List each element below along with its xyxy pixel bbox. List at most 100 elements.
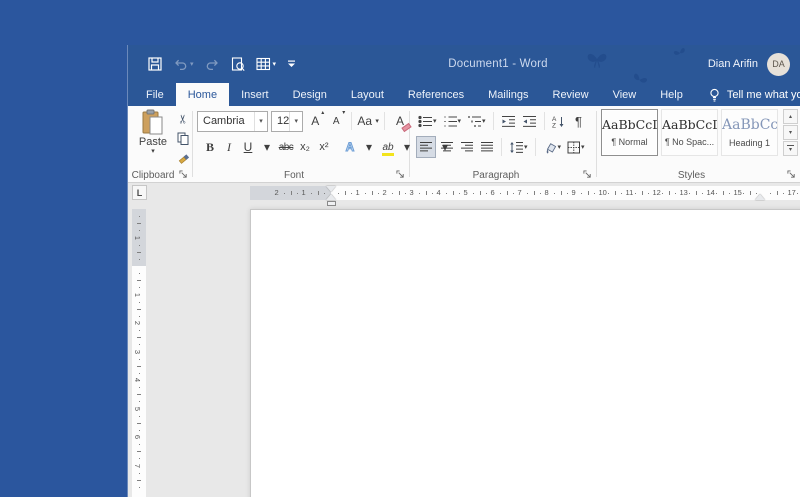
clear-formatting-button[interactable]: A [391,110,412,133]
copy-button[interactable] [174,130,192,147]
left-indent-marker[interactable] [326,201,336,206]
bold-button[interactable]: B [201,136,219,158]
justify-button[interactable] [478,136,496,158]
sort-button[interactable]: AZ [550,110,568,132]
paragraph-dialog-launcher[interactable] [582,169,593,180]
tab-review[interactable]: Review [541,83,601,106]
lightbulb-icon [710,88,719,102]
table-icon[interactable]: ▾ [255,57,276,71]
style-name: ¶ No Spac... [664,137,715,147]
window-chrome: ▾ ▾ Document1 - Word Dian Arifin DA File… [128,45,800,106]
ruler-tick: 15 [733,188,742,197]
document-page[interactable] [250,209,800,497]
undo-icon[interactable]: ▾ [173,58,194,71]
tell-me-box[interactable]: Tell me what you want to do [709,83,800,106]
grow-font-button[interactable]: A ▴ [306,110,324,132]
cut-button[interactable]: ✂ [174,110,192,127]
tell-me-label: Tell me what you want to do [726,88,800,101]
text-effects-button[interactable]: A [341,136,359,158]
bullets-button[interactable]: ▾ [416,110,439,132]
tab-layout[interactable]: Layout [339,83,396,106]
shading-button[interactable]: ▾ [541,136,564,158]
separator [534,138,536,156]
vertical-ruler[interactable]: 1 1 2 3 4 5 6 7 [132,209,146,497]
clipboard-group: Paste ▾ ✂ Clipboard [128,106,192,182]
ribbon: Paste ▾ ✂ Clipboard Cambria ▾ 12 ▾ A ▴ A… [128,106,800,183]
right-indent-marker[interactable] [755,194,765,200]
tab-view[interactable]: View [601,83,649,106]
subscript-button[interactable]: x₂ [296,136,314,158]
ruler-tick [445,193,447,194]
avatar[interactable]: DA [767,52,790,76]
ruler-tick [567,193,569,194]
font-size-dropdown-arrow[interactable]: ▾ [289,111,302,131]
change-case-button[interactable]: Aa ▾ [357,110,379,132]
ruler-tick [621,193,623,194]
paragraph-group: ▾ ▾ ▾ AZ ¶ ▾ ▾ ▾ Paragraph [410,106,596,182]
tab-help[interactable]: Help [648,83,695,106]
save-icon[interactable] [148,57,162,71]
italic-button[interactable]: I [220,136,238,158]
account-button[interactable]: Dian Arifin DA [708,45,790,83]
redo-icon[interactable] [205,58,220,71]
paste-dropdown-arrow: ▾ [151,148,155,155]
tab-stop-selector[interactable]: L [132,185,147,200]
style-normal[interactable]: AaBbCcD ¶ Normal [601,109,658,156]
print-preview-icon[interactable] [231,56,245,72]
strikethrough-button[interactable]: abc [277,136,295,158]
ruler-tick: 1 [301,188,306,197]
style-no-spacing[interactable]: AaBbCcD ¶ No Spac... [661,109,718,156]
underline-dropdown-arrow[interactable]: ▾ [258,136,276,158]
tab-home[interactable]: Home [175,83,230,106]
ruler-tick [796,193,798,194]
font-family-combobox[interactable]: Cambria ▾ [197,110,269,132]
styles-dialog-launcher[interactable] [786,169,797,180]
ruler-tick [139,358,140,360]
gallery-more-button[interactable]: ▾ [783,141,798,156]
clipboard-dialog-launcher[interactable] [178,169,189,180]
tab-mailings[interactable]: Mailings [476,83,540,106]
desktop-background: { "window": { "title": "Document1 - Word… [0,0,800,497]
decrease-indent-button[interactable] [499,110,518,132]
align-center-button[interactable] [438,136,456,158]
paste-button[interactable]: Paste ▾ [135,109,171,167]
tab-file[interactable]: File [134,83,176,106]
horizontal-ruler[interactable]: 2 1 1 2 3 4 5 6 7 8 9 10 11 12 13 14 15 17 [250,186,800,206]
shrink-font-button[interactable]: A ▾ [327,110,345,132]
font-family-dropdown-arrow[interactable]: ▾ [254,111,267,131]
text-effects-arrow[interactable]: ▾ [360,136,378,158]
line-spacing-button[interactable]: ▾ [507,136,530,158]
gallery-down-button[interactable]: ▾ [783,125,798,140]
tab-references[interactable]: References [396,83,476,106]
copy-icon [177,132,189,145]
ruler-tick: 5 [133,406,143,411]
highlight-button[interactable]: ab [379,136,397,158]
align-left-button[interactable] [416,136,436,158]
ruler-tick [137,251,141,253]
font-size-combobox[interactable]: 12 ▾ [271,110,304,132]
style-heading-1[interactable]: AaBbCc Heading 1 [721,109,778,156]
multilevel-list-button[interactable]: ▾ [465,110,488,132]
show-hide-pilcrow-button[interactable]: ¶ [570,110,588,132]
format-painter-button[interactable] [174,150,192,167]
hanging-indent-marker[interactable] [326,194,336,200]
increase-indent-button[interactable] [520,110,539,132]
ruler-tick [587,191,589,195]
paste-clipboard-icon [142,109,163,135]
align-right-button[interactable] [458,136,476,158]
ruler-tick [722,191,724,195]
font-dialog-launcher[interactable] [395,169,406,180]
borders-button[interactable]: ▾ [565,136,587,158]
underline-button[interactable]: U [239,136,257,158]
first-line-indent-marker[interactable] [326,186,336,192]
bullets-arrow: ▾ [433,117,437,125]
superscript-button[interactable]: x² [315,136,333,158]
numbering-button[interactable]: ▾ [441,110,464,132]
tab-design[interactable]: Design [281,83,339,106]
styles-gallery-scroll: ▴ ▾ ▾ [783,109,798,156]
tab-insert[interactable]: Insert [229,83,281,106]
gallery-up-button[interactable]: ▴ [783,109,798,124]
ruler-tick [139,472,140,474]
customize-quick-access-icon[interactable] [287,59,296,69]
separator [501,138,502,156]
